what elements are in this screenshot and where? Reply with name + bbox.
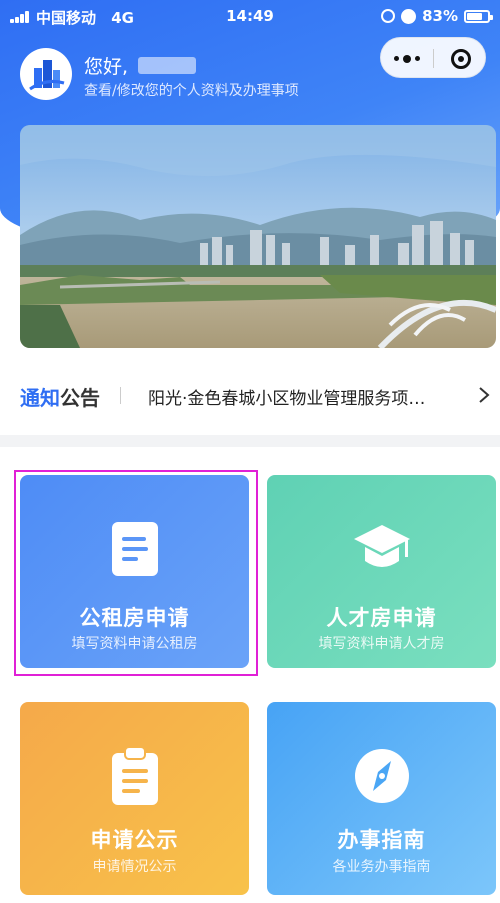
graduation-cap-icon [267,523,496,575]
notice-text[interactable]: 阳光·金色春城小区物业管理服务项… [148,384,468,409]
battery-icon [464,9,493,23]
card-title: 公租房申请 [79,606,190,630]
mini-program-capsule [380,37,486,78]
card-title: 办事指南 [337,828,426,852]
public-rental-apply-card[interactable]: 公租房申请 填写资料申请公租房 [20,475,249,668]
card-title: 申请公示 [90,828,179,852]
clipboard-icon [20,747,249,807]
greeting: 您好, [84,52,197,79]
city-river-photo [20,125,496,348]
card-subtitle: 填写资料申请公租房 [71,636,198,652]
greeting-text: 您好, [84,56,129,78]
compass-icon [267,747,496,805]
profile-subtitle[interactable]: 查看/修改您的个人资料及办理事项 [84,80,299,100]
alarm-icon [401,8,417,24]
section-gap [0,435,500,447]
notice-divider [120,387,121,404]
rotation-lock-icon [381,9,396,23]
user-name-redacted [138,57,197,74]
talent-housing-apply-card[interactable]: 人才房申请 填写资料申请人才房 [267,475,496,668]
banner-image[interactable] [20,125,496,348]
building-logo-icon [21,49,71,99]
status-right: 83% [381,7,493,25]
close-mini-program-icon[interactable] [434,38,487,79]
more-icon[interactable] [381,38,433,79]
notice-label-rest: 公告 [60,386,100,410]
avatar[interactable] [20,48,72,100]
card-subtitle: 各业务办事指南 [332,859,431,875]
notice-bar[interactable]: 通知公告 阳光·金色春城小区物业管理服务项… [0,355,500,435]
card-subtitle: 填写资料申请人才房 [318,636,445,652]
notice-label-highlight: 通知 [20,386,60,410]
card-subtitle: 申请情况公示 [92,859,177,875]
chevron-right-icon[interactable] [476,385,492,405]
notice-label: 通知公告 [20,382,100,411]
battery-percent: 83% [422,7,458,25]
card-title: 人才房申请 [326,606,437,630]
document-icon [20,520,249,578]
status-bar: 中国移动 4G 14:49 83% [0,0,500,34]
application-publicity-card[interactable]: 申请公示 申请情况公示 [20,702,249,895]
service-guide-card[interactable]: 办事指南 各业务办事指南 [267,702,496,895]
